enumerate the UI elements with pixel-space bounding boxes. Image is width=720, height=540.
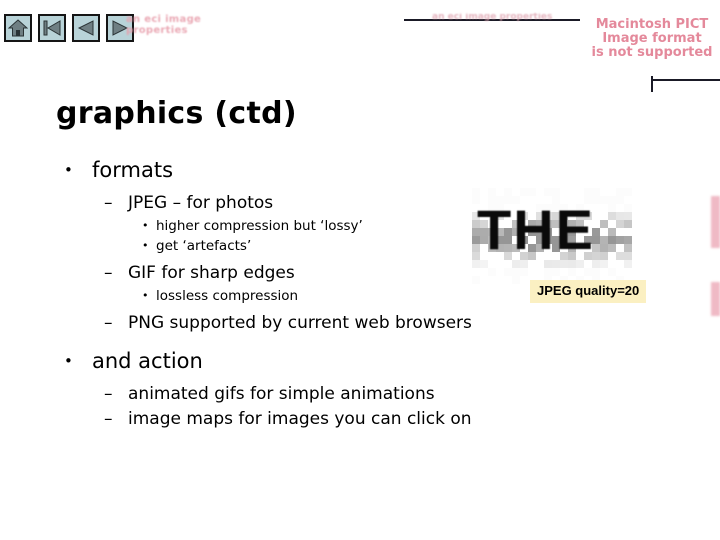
- bullet-animated-gifs-label: animated gifs for simple animations: [128, 384, 435, 404]
- bullet-gif-sub1: • lossless compression: [56, 286, 556, 306]
- first-slide-button[interactable]: [38, 14, 66, 42]
- bullet-animated-gifs: – animated gifs for simple animations: [56, 382, 556, 407]
- bullet-marker-disc: •: [142, 289, 149, 302]
- previous-slide-icon: [76, 19, 96, 37]
- header-pink-text-right: an eci image properties: [432, 13, 553, 22]
- bullet-marker-disc: •: [142, 239, 149, 252]
- bullet-image-maps: – image maps for images you can click on: [56, 407, 556, 432]
- pict-unsupported-placeholder: Macintosh PICT Image format is not suppo…: [584, 18, 720, 60]
- bullet-jpeg-sub1-label: higher compression but ‘lossy’: [156, 218, 363, 234]
- header-pink-text-left: an eci image properties: [126, 14, 202, 36]
- bullet-png: – PNG supported by current web browsers: [56, 311, 556, 336]
- jpeg-demo-sample-text: THE: [477, 198, 595, 261]
- first-slide-icon: [42, 19, 62, 37]
- bullet-marker-dash: –: [104, 263, 113, 283]
- bullet-marker-disc: •: [64, 161, 73, 179]
- bullet-jpeg-label: JPEG – for photos: [128, 193, 274, 213]
- bullet-and-action: • and action: [56, 346, 556, 377]
- jpeg-artifact-demo-image: THE: [472, 188, 632, 284]
- jpeg-quality-caption: JPEG quality=20: [530, 280, 647, 303]
- bullet-gif-label: GIF for sharp edges: [128, 263, 295, 283]
- bullet-marker-dash: –: [104, 384, 113, 404]
- home-icon: [8, 19, 28, 37]
- bullet-marker-disc: •: [142, 219, 149, 232]
- bullet-png-label: PNG supported by current web browsers: [128, 313, 472, 333]
- bullet-jpeg-sub2-label: get ‘artefacts’: [156, 238, 252, 254]
- bullet-formats-label: formats: [92, 158, 174, 182]
- right-edge-artifact-mark: [711, 282, 720, 316]
- home-button[interactable]: [4, 14, 32, 42]
- page-title: graphics (ctd): [56, 96, 297, 132]
- pict-placeholder-frame-corner: [651, 76, 720, 92]
- bullet-and-action-label: and action: [92, 349, 203, 373]
- bullet-formats: • formats: [56, 155, 556, 186]
- right-edge-artifact-mark: [711, 196, 720, 248]
- previous-slide-button[interactable]: [72, 14, 100, 42]
- bullet-image-maps-label: image maps for images you can click on: [128, 409, 472, 429]
- bullet-gif-sub1-label: lossless compression: [156, 288, 299, 304]
- bullet-marker-dash: –: [104, 193, 113, 213]
- pict-message-line-2: Image format: [602, 31, 702, 46]
- pict-message-line-3: is not supported: [591, 45, 713, 60]
- pict-message-line-1: Macintosh PICT: [595, 17, 709, 32]
- bullet-marker-disc: •: [64, 352, 73, 370]
- bullet-marker-dash: –: [104, 313, 113, 333]
- bullet-marker-dash: –: [104, 409, 113, 429]
